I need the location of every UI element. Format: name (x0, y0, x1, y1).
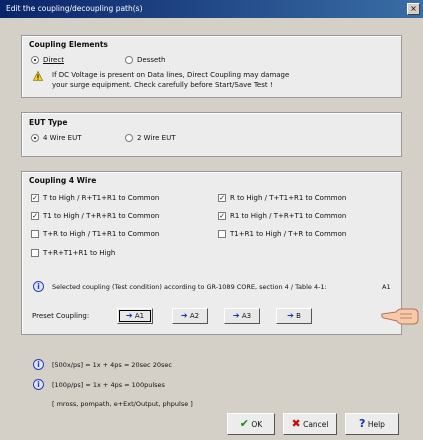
ok-label: OK (251, 420, 263, 429)
eut-4wire-radio[interactable]: 4 Wire EUT (31, 134, 81, 142)
radio-dot (31, 134, 39, 142)
note-line-3: [ mross, pompath, e+Ext/Output, phpulse … (52, 400, 193, 408)
radio-dot (125, 134, 133, 142)
coupling-elements-title: Coupling Elements (29, 40, 108, 49)
check-all-high[interactable]: T+R+T1+R1 to High (31, 249, 115, 257)
coupling-direct-label: Direct (43, 56, 64, 64)
info-icon: i (33, 359, 44, 370)
coupling-4wire-title: Coupling 4 Wire (29, 176, 97, 185)
help-button[interactable]: ? Help (345, 413, 399, 435)
ok-button[interactable]: ✔ OK (227, 413, 275, 435)
eut-4wire-label: 4 Wire EUT (43, 134, 82, 142)
preset-a3-label: A3 (241, 312, 252, 320)
radio-dot (31, 56, 39, 64)
check-r1-high-label: R1 to High / T+R+T1 to Common (230, 212, 347, 220)
preset-a1-label: A1 (134, 312, 145, 320)
check-all-high-label: T+R+T1+R1 to High (43, 249, 116, 257)
note-line-2: [100p/ps] = 1x + 4ps = 100pulses (52, 381, 165, 389)
warning-line-1: If DC Voltage is present on Data lines, … (52, 71, 290, 79)
pointing-hand-icon (381, 308, 419, 325)
check-t1r1-high[interactable]: T1+R1 to High / T+R to Common (218, 230, 346, 238)
preset-a2-button[interactable]: ➔ A2 (172, 308, 208, 324)
check-t1r1-high-label: T1+R1 to High / T+R to Common (230, 230, 347, 238)
cross-icon: ✖ (291, 417, 301, 430)
help-icon: ? (359, 417, 366, 430)
checkbox (218, 230, 226, 238)
check-r1-high[interactable]: ✓ R1 to High / T+R+T1 to Common (218, 212, 346, 220)
checkmark-icon: ✔ (239, 417, 249, 430)
warning-line-2: your surge equipment. Check carefully be… (52, 81, 273, 89)
arrow-right-icon: ➔ (287, 311, 294, 320)
check-t1-high[interactable]: ✓ T1 to High / T+R+R1 to Common (31, 212, 159, 220)
checkbox (31, 230, 39, 238)
close-button[interactable]: × (407, 3, 420, 15)
arrow-right-icon: ➔ (125, 311, 133, 320)
check-t-high[interactable]: ✓ T to High / R+T1+R1 to Common (31, 194, 159, 202)
check-tr-high-label: T+R to High / T1+R1 to Common (43, 230, 160, 238)
eut-type-title: EUT Type (29, 118, 68, 127)
note-line-1: [500x/ps] = 1x + 4ps = 20sec 20sec (52, 361, 172, 369)
checkbox (31, 249, 39, 257)
coupling-desseth-label: Desseth (137, 56, 166, 64)
eut-2wire-label: 2 Wire EUT (137, 134, 176, 142)
check-r-high-label: R to High / T+T1+R1 to Common (230, 194, 347, 202)
title-bar: Edit the coupling/decoupling path(s) × (0, 0, 423, 18)
checkbox: ✓ (218, 212, 226, 220)
preset-b-label: B (296, 312, 301, 320)
preset-a1-button[interactable]: ➔ A1 (117, 308, 153, 324)
checkbox: ✓ (31, 212, 39, 220)
preset-a3-button[interactable]: ➔ A3 (224, 308, 260, 324)
checkbox: ✓ (218, 194, 226, 202)
cancel-button[interactable]: ✖ Cancel (283, 413, 337, 435)
preset-coupling-label: Preset Coupling: (32, 312, 90, 320)
coupling-direct-radio[interactable]: Direct (31, 56, 64, 64)
window-title: Edit the coupling/decoupling path(s) (6, 4, 143, 13)
help-label: Help (367, 420, 385, 429)
check-t1-high-label: T1 to High / T+R+R1 to Common (43, 212, 160, 220)
preset-b-button[interactable]: ➔ B (276, 308, 312, 324)
selected-coupling-value: A1 (382, 283, 391, 291)
info-icon: i (33, 379, 44, 390)
check-t-high-label: T to High / R+T1+R1 to Common (43, 194, 160, 202)
check-tr-high[interactable]: T+R to High / T1+R1 to Common (31, 230, 159, 238)
selected-coupling-text: Selected coupling (Test condition) accor… (52, 283, 327, 291)
check-r-high[interactable]: ✓ R to High / T+T1+R1 to Common (218, 194, 346, 202)
arrow-right-icon: ➔ (180, 311, 188, 320)
checkbox: ✓ (31, 194, 39, 202)
arrow-right-icon: ➔ (232, 311, 240, 320)
preset-a2-label: A2 (189, 312, 200, 320)
radio-dot (125, 56, 133, 64)
warning-icon (33, 71, 43, 81)
cancel-label: Cancel (303, 420, 329, 429)
coupling-desseth-radio[interactable]: Desseth (125, 56, 165, 64)
info-icon: i (33, 281, 44, 292)
eut-2wire-radio[interactable]: 2 Wire EUT (125, 134, 175, 142)
